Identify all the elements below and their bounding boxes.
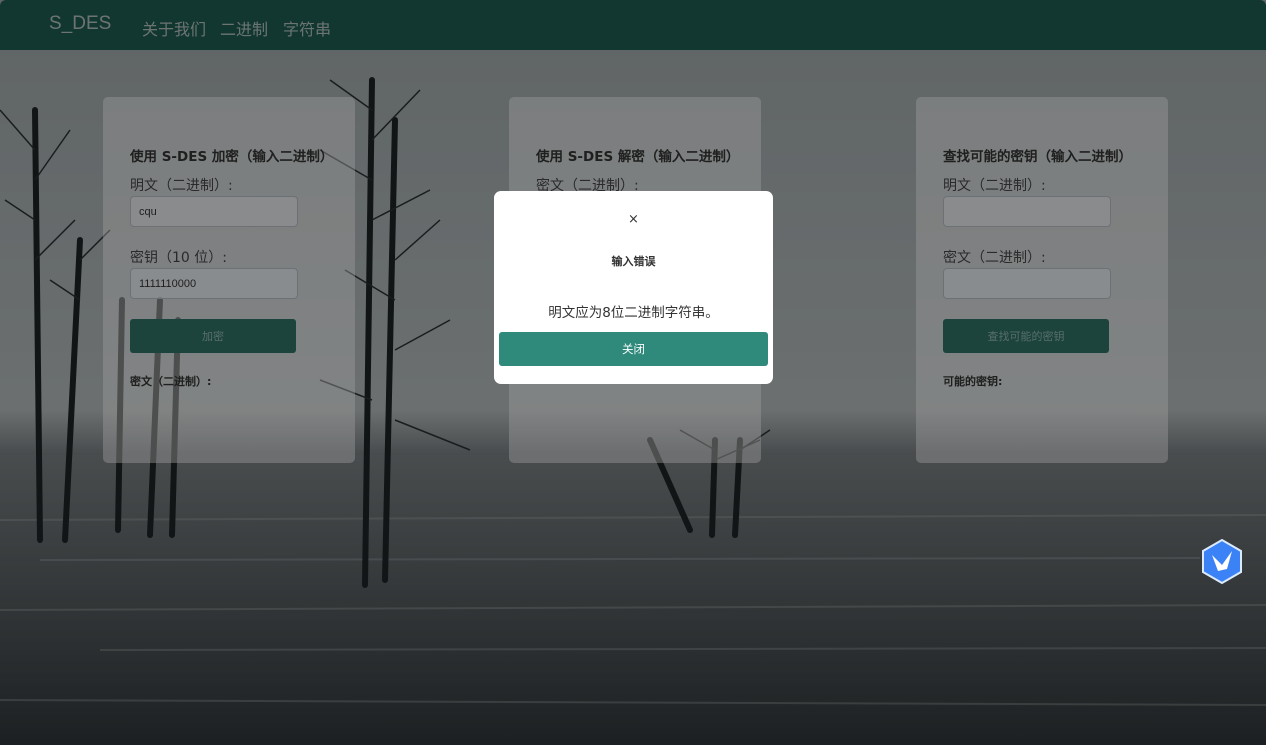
modal-close-button[interactable]: 关闭: [499, 332, 768, 366]
modal-message: 明文应为8位二进制字符串。: [548, 305, 719, 321]
bird-icon[interactable]: [1201, 538, 1243, 585]
error-modal: × 输入错误 明文应为8位二进制字符串。 关闭: [494, 191, 773, 384]
modal-title: 输入错误: [611, 255, 656, 268]
close-icon[interactable]: ×: [494, 212, 773, 227]
